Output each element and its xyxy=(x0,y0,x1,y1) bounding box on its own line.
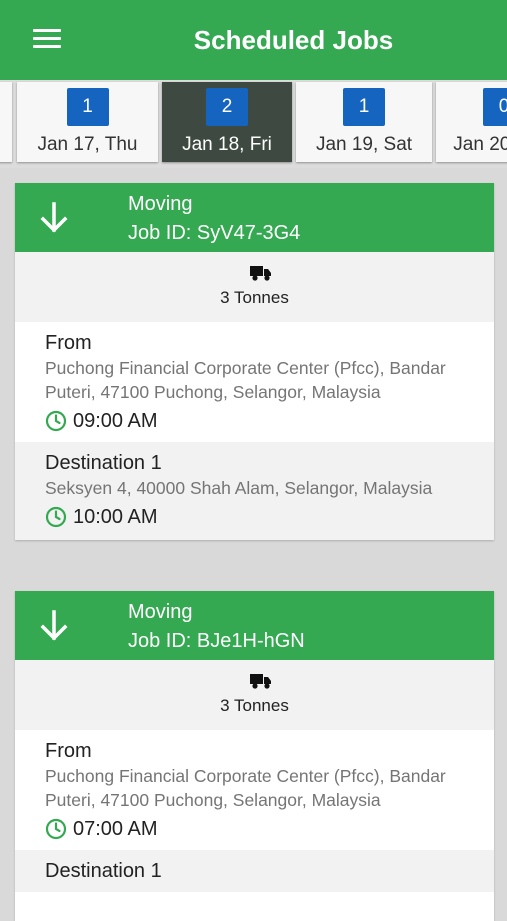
job-card-header[interactable]: Moving Job ID: BJe1H-hGN xyxy=(15,591,494,660)
job-type: Moving xyxy=(128,193,193,215)
pickup-stop: From Puchong Financial Corporate Center … xyxy=(15,322,494,442)
destination-time: 10:00 AM xyxy=(73,505,158,528)
clock-icon xyxy=(45,410,67,432)
stop-label: Destination 1 xyxy=(45,860,162,882)
date-label: Jan 20, Sun xyxy=(453,134,507,155)
arrow-down-icon xyxy=(40,202,68,233)
job-card[interactable]: Moving Job ID: BJe1H-hGN 3 Tonnes From P… xyxy=(15,591,494,921)
job-count-badge: 1 xyxy=(66,88,109,126)
stop-label: From xyxy=(45,740,92,762)
job-count-badge: 2 xyxy=(206,88,248,126)
date-tab-jan-20[interactable]: 0 Jan 20, Sun xyxy=(436,82,507,162)
job-count-badge: 0 xyxy=(483,88,507,126)
clock-icon xyxy=(45,506,67,528)
stop-address: Puchong Financial Corporate Center (Pfcc… xyxy=(45,766,446,810)
stop-address: Seksyen 4, 40000 Shah Alam, Selangor, Ma… xyxy=(45,478,433,498)
pickup-time: 09:00 AM xyxy=(73,409,158,432)
job-type: Moving xyxy=(128,601,193,623)
app-bar: Scheduled Jobs xyxy=(0,0,507,80)
pickup-stop: From Puchong Financial Corporate Center … xyxy=(15,730,494,850)
date-tab-jan-19[interactable]: 1 Jan 19, Sat xyxy=(296,82,432,162)
clock-icon xyxy=(45,818,67,840)
vehicle-size: 3 Tonnes xyxy=(220,696,289,715)
arrow-down-icon xyxy=(40,610,68,641)
date-label: Jan 19, Sat xyxy=(315,134,413,155)
vehicle-row: 3 Tonnes xyxy=(15,660,494,730)
date-label: Jan 17, Thu xyxy=(37,134,138,155)
vehicle-size: 3 Tonnes xyxy=(220,288,289,307)
job-card[interactable]: Moving Job ID: SyV47-3G4 3 Tonnes From P… xyxy=(15,183,494,540)
job-id: Job ID: SyV47-3G4 xyxy=(128,222,301,244)
vehicle-row: 3 Tonnes xyxy=(15,252,494,322)
truck-icon xyxy=(250,674,271,689)
stop-label: Destination 1 xyxy=(45,452,162,474)
stop-address: Puchong Financial Corporate Center (Pfcc… xyxy=(45,358,446,402)
pickup-time: 07:00 AM xyxy=(73,817,158,840)
job-card-header[interactable]: Moving Job ID: SyV47-3G4 xyxy=(15,183,494,252)
stop-label: From xyxy=(45,332,92,354)
job-id: Job ID: BJe1H-hGN xyxy=(128,630,305,652)
job-count-badge: 1 xyxy=(343,88,385,126)
destination-stop: Destination 1 xyxy=(15,850,494,892)
date-label: Jan 18, Fri xyxy=(182,134,272,155)
date-tab-previous[interactable] xyxy=(0,82,12,162)
date-strip[interactable]: 1 Jan 17, Thu 2 Jan 18, Fri 1 Jan 19, Sa… xyxy=(0,80,507,168)
date-tab-jan-17[interactable]: 1 Jan 17, Thu xyxy=(17,82,158,162)
destination-stop: Destination 1 Seksyen 4, 40000 Shah Alam… xyxy=(15,442,494,540)
page-title: Scheduled Jobs xyxy=(193,25,394,55)
date-tab-jan-18[interactable]: 2 Jan 18, Fri xyxy=(162,82,292,162)
truck-icon xyxy=(250,266,271,281)
